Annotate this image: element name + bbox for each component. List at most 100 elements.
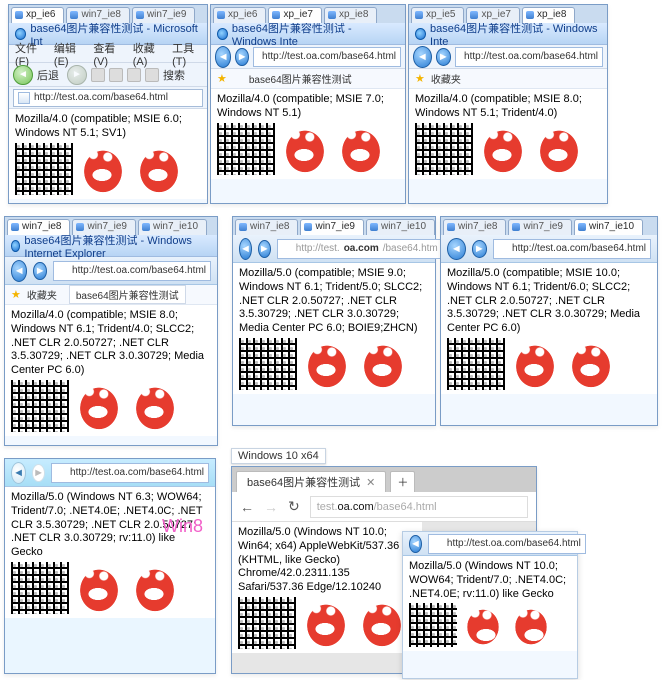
nav-toolbar: ◄ ► http://test.oa.com/base64.html [211, 45, 405, 69]
favorites-label[interactable]: 收藏夹 [27, 287, 57, 302]
window-ie8-win7: win7_ie8 win7_ie9 win7_ie10 base64图片兼容性测… [4, 216, 218, 446]
stop-icon[interactable] [91, 68, 105, 82]
page-icon [282, 244, 292, 254]
refresh-icon[interactable]: ↻ [288, 498, 300, 515]
broken-image-icon [415, 123, 473, 175]
url-input[interactable]: http://test.oa.com/base64.html [455, 47, 603, 67]
favorites-icon[interactable]: ★ [415, 72, 425, 85]
refresh-icon[interactable] [109, 68, 123, 82]
host-tab[interactable]: xp_ie6 [11, 7, 64, 23]
back-button[interactable]: ◄ [239, 238, 252, 260]
fox-image [129, 380, 181, 432]
host-tab[interactable]: win7_ie10 [138, 219, 207, 235]
broken-image-icon [217, 123, 275, 175]
fox-image [565, 338, 617, 390]
back-button[interactable]: ◄ [447, 238, 466, 260]
browser-tab[interactable]: base64图片兼容性测试 [69, 285, 186, 304]
host-tab[interactable]: xp_ie7 [466, 7, 519, 23]
url-input[interactable]: http://test.oa.com/base64.html [493, 239, 651, 259]
url-host: oa.com [344, 243, 379, 254]
forward-button[interactable]: ► [67, 65, 87, 85]
host-tab[interactable]: win7_ie9 [132, 7, 195, 23]
host-tab[interactable]: win7_ie8 [443, 219, 506, 235]
host-tab[interactable]: win7_ie8 [7, 219, 70, 235]
back-button[interactable]: ← [240, 499, 254, 515]
back-button[interactable]: ◄ [11, 260, 27, 282]
host-tabstrip: win7_ie8 win7_ie9 win7_ie10 [233, 217, 435, 235]
fox-image [77, 143, 129, 195]
edge-tabstrip: base64图片兼容性测试 ✕ ＋ [232, 467, 536, 492]
back-button[interactable]: ◄ [11, 462, 26, 484]
host-tabstrip: win7_ie8 win7_ie9 win7_ie10 [5, 217, 217, 235]
window-ie7-xp: xp_ie6 xp_ie7 xp_ie8 base64图片兼容性测试 - Win… [210, 4, 406, 204]
home-icon[interactable] [127, 68, 141, 82]
url-input[interactable]: http://test.oa.com/base64.html [13, 89, 203, 107]
page-body: Mozilla/4.0 (compatible; MSIE 6.0; Windo… [9, 109, 207, 199]
fox-image [509, 603, 553, 647]
win8-label: Win8 [162, 516, 203, 537]
menu-edit[interactable]: 编辑(E) [54, 40, 83, 68]
menu-fav[interactable]: 收藏(A) [133, 40, 162, 68]
menu-view[interactable]: 查看(V) [93, 40, 122, 68]
host-tab[interactable]: win7_ie10 [366, 219, 435, 235]
fox-image [335, 123, 387, 175]
page-icon [18, 92, 30, 104]
nav-toolbar: ← → ↻ test.oa.com/base64.html [232, 492, 536, 522]
broken-image-icon [15, 143, 73, 195]
url-text: http://test.oa.com/base64.html [262, 51, 396, 62]
host-tab[interactable]: xp_ie7 [268, 7, 321, 23]
host-tab[interactable]: win7_ie10 [574, 219, 643, 235]
browser-tab[interactable]: base64图片兼容性测试 ✕ [236, 471, 386, 492]
url-input[interactable]: http://test.oa.com/base64.html [428, 534, 586, 554]
fox-image [301, 338, 353, 390]
forward-button[interactable]: ► [258, 240, 271, 258]
user-agent-text: Mozilla/4.0 (compatible; MSIE 8.0; Windo… [11, 309, 211, 378]
url-input[interactable]: http://test.oa.com/base64.html [51, 463, 209, 483]
close-icon[interactable]: ✕ [366, 476, 375, 489]
host-tab[interactable]: win7_ie9 [508, 219, 571, 235]
forward-button[interactable]: ► [33, 262, 47, 280]
host-tab[interactable]: xp_ie6 [213, 7, 266, 23]
favorites-icon[interactable]: ★ [217, 72, 227, 85]
back-button[interactable]: ◄ [413, 46, 432, 68]
url-input[interactable]: http://test.oa.com/base64.html [253, 47, 401, 67]
fox-image [279, 123, 331, 175]
page-icon [58, 266, 68, 276]
host-tab[interactable]: win7_ie8 [66, 7, 129, 23]
host-tab[interactable]: xp_ie8 [324, 7, 377, 23]
forward-button[interactable]: ► [436, 48, 451, 66]
back-button[interactable]: ◄ [13, 65, 33, 85]
broken-image-icon [11, 562, 69, 614]
page-icon [498, 244, 508, 254]
favorites-label[interactable]: 收藏夹 [431, 71, 461, 86]
url-input[interactable]: http://test.oa.com/base64.htm [277, 239, 443, 259]
ie-icon [15, 28, 26, 40]
forward-button[interactable]: ► [472, 240, 487, 258]
new-tab-button[interactable]: ＋ [390, 471, 415, 492]
search-icon[interactable] [145, 68, 159, 82]
host-tab[interactable]: win7_ie8 [235, 219, 298, 235]
url-input[interactable]: http://test.oa.com/base64.html [53, 261, 211, 281]
forward-button[interactable]: ► [235, 48, 249, 66]
window-ie11-win8: ◄ ► http://test.oa.com/base64.html Mozil… [4, 458, 216, 674]
browser-tab[interactable]: base64图片兼容性测试 [249, 71, 352, 86]
host-tab[interactable]: win7_ie9 [300, 219, 363, 235]
ie-icon [217, 28, 228, 40]
url-input[interactable]: test.oa.com/base64.html [310, 496, 528, 518]
host-tab[interactable]: xp_ie5 [411, 7, 464, 23]
forward-button[interactable]: ► [32, 464, 45, 482]
back-button[interactable]: ◄ [409, 535, 422, 553]
forward-button[interactable]: → [264, 499, 278, 515]
host-tab[interactable]: xp_ie8 [522, 7, 575, 23]
user-agent-text: Mozilla/4.0 (compatible; MSIE 7.0; Windo… [217, 93, 399, 121]
url-text: http://test.oa.com/base64.html [464, 51, 598, 62]
menu-tools[interactable]: 工具(T) [172, 40, 201, 68]
user-agent-text: Mozilla/5.0 (compatible; MSIE 10.0; Wind… [447, 267, 651, 336]
back-button[interactable]: ◄ [215, 46, 231, 68]
host-tab[interactable]: win7_ie9 [72, 219, 135, 235]
broken-image-icon [239, 338, 297, 390]
url-text: http://test.oa.com/base64.html [447, 538, 581, 549]
favorites-icon[interactable]: ★ [11, 288, 21, 301]
url-post: /base64.htm [383, 243, 438, 254]
menu-file[interactable]: 文件(F) [15, 40, 44, 68]
